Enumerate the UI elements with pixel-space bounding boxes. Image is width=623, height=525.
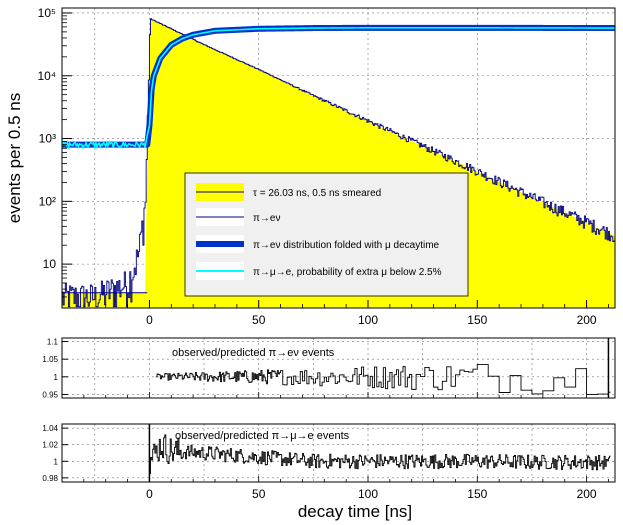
- ratio1-title: observed/predicted π→eν events: [172, 347, 335, 359]
- main-ylabel: events per 0.5 ns: [5, 93, 24, 223]
- figure: 0 50 100 150 2001010²10³10⁴10⁵ events per 0.…: [5, 6, 617, 521]
- main-ytick-label: 10⁴: [37, 69, 56, 83]
- main-xtick-label: 0: [146, 313, 153, 327]
- main-ytick-label: 10⁵: [38, 6, 56, 20]
- main-ytick-label: 10³: [39, 132, 56, 146]
- legend-label-3: π→eν distribution folded with μ decaytim…: [253, 240, 440, 251]
- ratio-ytick-label: 1.04: [42, 424, 58, 433]
- ratio-panel-pienu: 1.1 1.05 1 0.95 observed/predicted π→eν eve…: [42, 337, 616, 399]
- legend-label-4: π→μ→e, probability of extra μ below 2.5%: [253, 267, 442, 278]
- main-xtick-label: 100: [358, 313, 378, 327]
- main-ytick-label: 10²: [39, 194, 56, 208]
- ratio-panel-pimue: 1.04 1.02 1 0.98 0 50 100 150 200 observed/predi…: [42, 423, 616, 521]
- ratio-ytick-label: 1: [54, 373, 59, 382]
- main-xtick-label: 50: [252, 313, 266, 327]
- legend: τ = 26.03 ns, 0.5 ns smeared π→eν π→eν d…: [184, 172, 469, 297]
- ratio-ytick-label: 1: [54, 457, 59, 466]
- ratio2-xlabel: decay time [ns]: [298, 502, 412, 521]
- ratio-ytick-label: 0.98: [42, 474, 58, 483]
- ratio2-xtick-label: 150: [467, 487, 487, 501]
- ratio2-xtick-label: 200: [577, 487, 597, 501]
- ratio2-xtick-label: 50: [252, 487, 266, 501]
- ratio2-xtick-label: 100: [358, 487, 378, 501]
- main-ytick-label: 10: [43, 257, 57, 271]
- main-panel: 0 50 100 150 200 10 10² 10³ 10⁴ 10⁵ events per 0.…: [5, 6, 617, 327]
- legend-label-1: τ = 26.03 ns, 0.5 ns smeared: [253, 188, 381, 199]
- main-xtick-label: 200: [577, 313, 597, 327]
- ratio-ytick-label: 0.95: [42, 390, 58, 399]
- ratio2-title: observed/predicted π→μ→e events: [175, 430, 350, 442]
- ratio-ytick-label: 1.1: [47, 338, 59, 347]
- ratio2-xtick-label: 0: [146, 487, 153, 501]
- main-xtick-label: 150: [467, 313, 487, 327]
- ratio-ytick-label: 1.05: [42, 355, 58, 364]
- ratio-ytick-label: 1.02: [42, 441, 58, 450]
- legend-label-2: π→eν: [253, 213, 280, 224]
